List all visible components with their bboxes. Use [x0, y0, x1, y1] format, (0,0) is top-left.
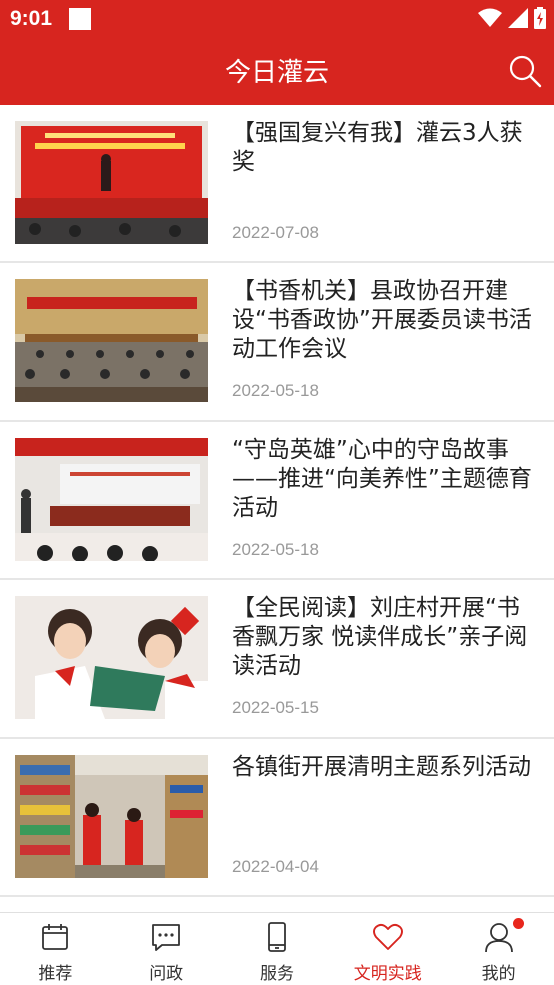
tab-label: 我的 — [481, 964, 516, 984]
article-date: 2022-05-15 — [232, 698, 319, 718]
phone-icon — [268, 922, 286, 952]
article-thumbnail — [15, 437, 208, 561]
system-icons — [478, 7, 546, 29]
article-date: 2022-05-18 — [232, 539, 319, 559]
article-title: 【强国复兴有我】灌云3人获奖 — [232, 120, 523, 175]
app-bar: 今日灌云 — [0, 38, 554, 105]
article-thumbnail — [15, 279, 208, 403]
article-date: 2022-05-18 — [232, 381, 319, 401]
search-icon[interactable] — [508, 54, 542, 88]
article-item[interactable]: 【书香机关】县政协召开建设“书香政协”开展委员读书活动工作会议 2022-05-… — [0, 263, 554, 422]
article-title: “守岛英雄”心中的守岛故事——推进“向美养性”主题德育活动 — [232, 436, 532, 521]
tab-mine[interactable]: 我的 — [443, 913, 554, 985]
bottom-tab-bar: 推荐 问政 服务 文明实践 我的 — [0, 912, 554, 985]
page-title: 今日灌云 — [224, 58, 329, 88]
article-item[interactable]: 各镇街开展清明主题系列活动 2022-04-04 — [0, 738, 554, 897]
article-title: 【全民阅读】刘庄村开展“书香飘万家 悦读伴成长”亲子阅读活动 — [232, 595, 528, 680]
tab-label: 文明实践 — [353, 964, 422, 984]
tab-label: 服务 — [259, 964, 294, 984]
signal-icon — [508, 8, 528, 28]
notification-icon — [69, 8, 91, 30]
article-item[interactable]: “守岛英雄”心中的守岛故事——推进“向美养性”主题德育活动 2022-05-18 — [0, 421, 554, 581]
status-bar: 9:01 — [0, 0, 554, 38]
chat-icon — [152, 924, 181, 951]
article-list: 【强国复兴有我】灌云3人获奖 2022-07-08 【书香机关】县政协召开建设“… — [0, 105, 554, 897]
tab-label: 推荐 — [38, 964, 73, 984]
article-thumbnail — [15, 596, 208, 720]
tab-inquiry[interactable]: 问政 — [111, 913, 222, 985]
heart-icon — [372, 923, 403, 950]
wifi-icon — [478, 8, 502, 27]
article-date: 2022-04-04 — [232, 856, 319, 876]
person-icon — [484, 923, 513, 953]
status-time: 9:01 — [10, 7, 53, 30]
tab-service[interactable]: 服务 — [222, 913, 333, 985]
calendar-icon — [42, 924, 69, 950]
tab-civilization-practice[interactable]: 文明实践 — [332, 913, 443, 985]
article-thumbnail — [15, 754, 208, 878]
article-item[interactable]: 【全民阅读】刘庄村开展“书香飘万家 悦读伴成长”亲子阅读活动 2022-05-1… — [0, 580, 554, 739]
article-date: 2022-07-08 — [232, 223, 319, 242]
article-thumbnail — [15, 121, 208, 244]
article-title: 【书香机关】县政协召开建设“书香政协”开展委员读书活动工作会议 — [232, 278, 532, 363]
tab-label: 问政 — [149, 964, 184, 984]
battery-icon — [534, 7, 546, 29]
article-item[interactable]: 【强国复兴有我】灌云3人获奖 2022-07-08 — [0, 105, 554, 264]
article-title: 各镇街开展清明主题系列活动 — [232, 753, 531, 780]
tab-recommend[interactable]: 推荐 — [0, 913, 111, 985]
notification-badge — [513, 918, 525, 929]
